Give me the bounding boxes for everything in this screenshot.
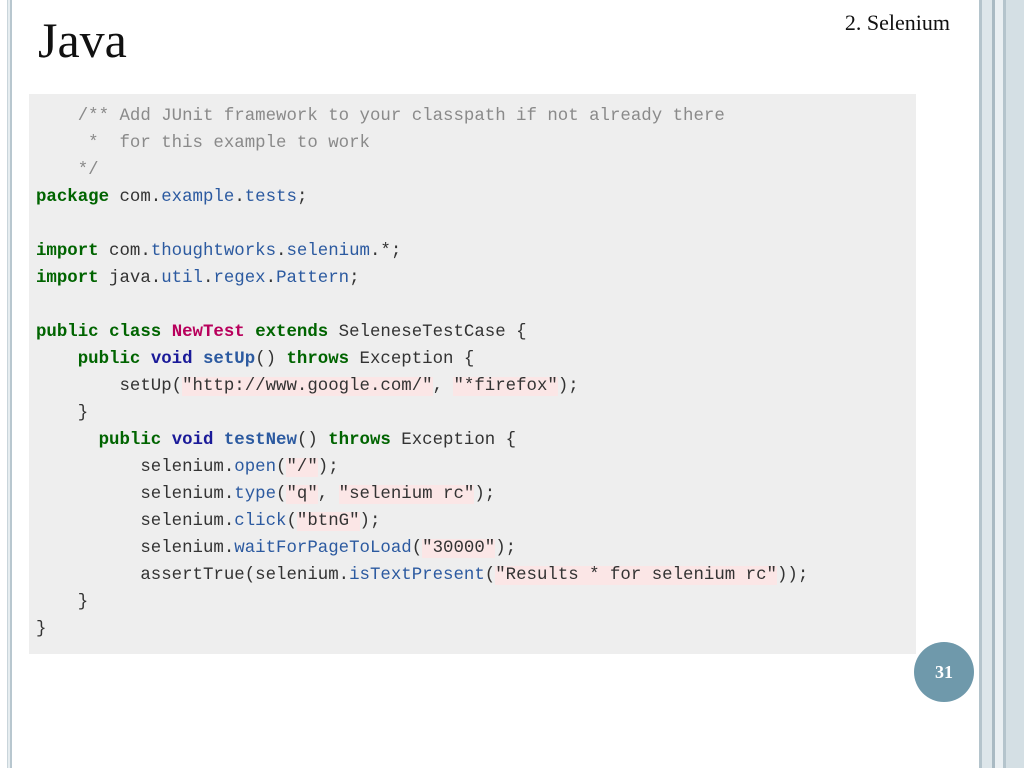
code-line: public void setUp() throws Exception { (77, 350, 475, 369)
right-decorative-bars (979, 0, 1024, 768)
code-line: import java.util.regex.Pattern; (36, 269, 360, 288)
code-line: selenium.type("q", "selenium rc"); (36, 485, 496, 504)
right-stripe (995, 0, 1003, 768)
code-line: } (36, 404, 89, 423)
right-stripe (982, 0, 992, 768)
right-stripe (1006, 0, 1024, 768)
slide-title: Java (38, 12, 127, 68)
code-block: /** Add JUnit framework to your classpat… (29, 94, 916, 654)
code-line: /** Add JUnit framework to your classpat… (36, 107, 725, 126)
code-line: * for this example to work (36, 134, 370, 153)
code-line: selenium.open("/"); (36, 458, 339, 477)
section-label: 2. Selenium (844, 10, 950, 35)
code-line: setUp("http://www.google.com/", "*firefo… (36, 377, 579, 396)
code-line: */ (36, 161, 99, 180)
code-line: public class NewTest extends SeleneseTes… (36, 323, 527, 342)
code-line: import com.thoughtworks.selenium.*; (36, 242, 402, 261)
code-line: selenium.click("btnG"); (36, 512, 381, 531)
left-decorative-line (7, 0, 8, 768)
code-line: } (36, 593, 89, 612)
code-line: assertTrue(selenium.isTextPresent("Resul… (36, 566, 809, 585)
code-line: public void testNew() throws Exception { (98, 431, 517, 450)
code-line: package com.example.tests; (36, 188, 308, 207)
code-line: } (36, 620, 47, 639)
code-listing: /** Add JUnit framework to your classpat… (29, 94, 916, 643)
page-number-badge: 31 (914, 642, 974, 702)
code-line: selenium.waitForPageToLoad("30000"); (36, 539, 517, 558)
left-decorative-bar (0, 0, 12, 768)
